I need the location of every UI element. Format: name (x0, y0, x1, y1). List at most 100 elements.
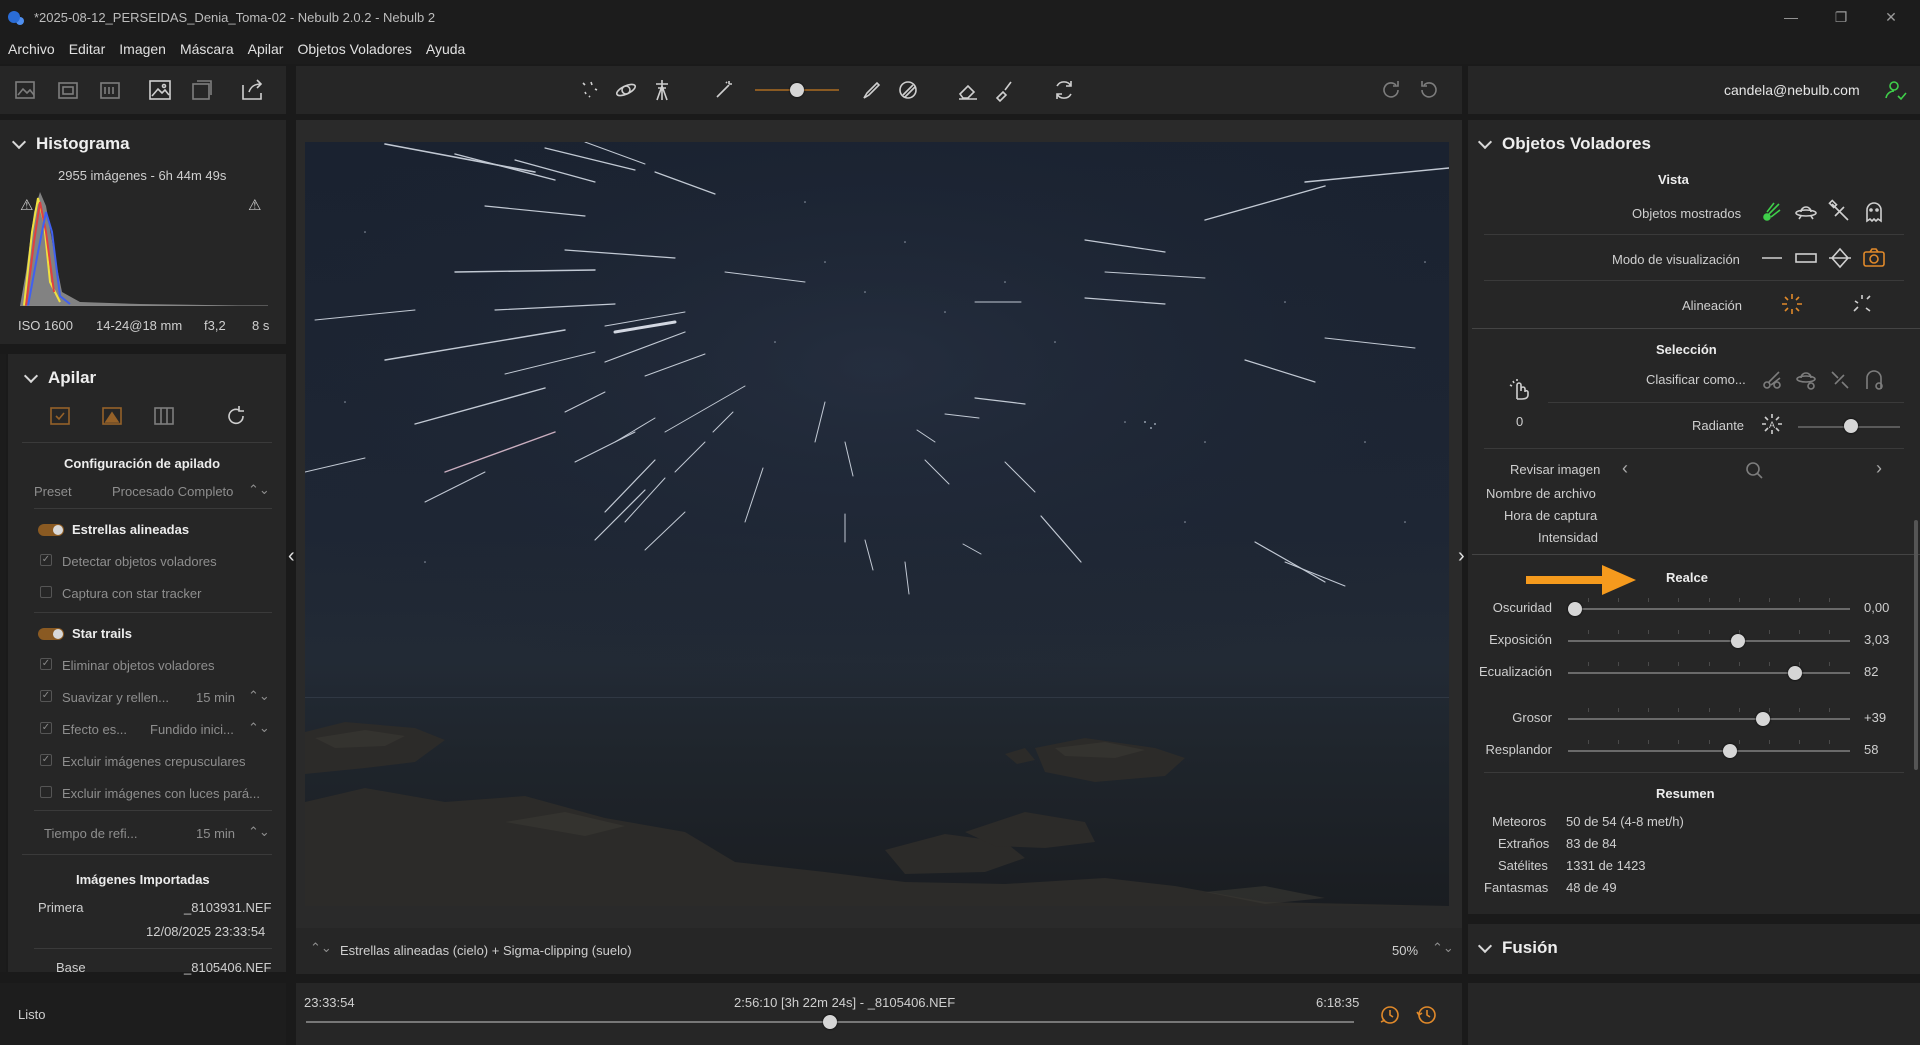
menu-ayuda[interactable]: Ayuda (426, 41, 465, 57)
user-icon[interactable] (1882, 76, 1910, 104)
refresh-value[interactable]: 15 min (196, 826, 235, 841)
smooth-updown-icon[interactable]: ⌃⌄ (248, 688, 270, 704)
classify-meteor-icon[interactable] (1758, 366, 1786, 394)
redo-icon[interactable] (1378, 76, 1406, 104)
mode-updown-icon[interactable]: ⌃⌄ (310, 940, 332, 956)
classify-ufo-icon[interactable] (1792, 366, 1820, 394)
tower-icon[interactable] (648, 76, 676, 104)
effect-updown-icon[interactable]: ⌃⌄ (248, 720, 270, 736)
aligned-stars-toggle[interactable] (38, 524, 64, 536)
clear-brush-icon[interactable] (990, 76, 1018, 104)
classify-ghost-icon[interactable] (1860, 366, 1888, 394)
menu-imagen[interactable]: Imagen (119, 41, 166, 57)
collapse-left-icon[interactable]: ‹ (288, 545, 295, 568)
close-button[interactable]: ✕ (1868, 0, 1914, 34)
next-image-icon[interactable]: › (1876, 458, 1882, 479)
ecualizacion-slider-track[interactable] (1568, 672, 1850, 674)
zoom-image-icon[interactable] (1740, 456, 1768, 484)
flying-header[interactable]: Objetos Voladores (1477, 134, 1651, 154)
effect-value[interactable]: Fundido inici... (150, 722, 234, 737)
menu-editar[interactable]: Editar (69, 41, 106, 57)
star-trails-toggle[interactable] (38, 628, 64, 640)
smooth-value[interactable]: 15 min (196, 690, 235, 705)
menu-archivo[interactable]: Archivo (8, 41, 55, 57)
resplandor-slider-track[interactable] (1568, 750, 1850, 752)
import-flats-icon[interactable] (96, 76, 124, 104)
align-radiant-icon[interactable] (1778, 290, 1806, 318)
open-image-icon[interactable] (146, 76, 174, 104)
meteor-icon[interactable] (1758, 198, 1786, 226)
planet-icon[interactable] (612, 76, 640, 104)
line-mode-icon[interactable] (1758, 244, 1786, 272)
eraser-icon[interactable] (954, 76, 982, 104)
zoom-level[interactable]: 50% (1392, 943, 1418, 958)
radiant-knob[interactable] (1844, 419, 1858, 433)
fusion-header[interactable]: Fusión (1477, 938, 1558, 958)
export-icon[interactable] (238, 76, 266, 104)
diamond-mode-icon[interactable] (1826, 244, 1854, 272)
import-darks-icon[interactable] (54, 76, 82, 104)
photo-mode-icon[interactable] (1860, 244, 1888, 272)
exclude-lights-checkbox[interactable] (40, 786, 52, 798)
satellite-icon[interactable] (1826, 198, 1854, 226)
preset-updown-icon[interactable]: ⌃⌄ (248, 482, 270, 498)
smooth-checkbox[interactable]: ✓ (40, 690, 52, 702)
stack-header[interactable]: Apilar (23, 368, 96, 388)
prev-image-icon[interactable]: ‹ (1622, 458, 1628, 479)
grosor-slider-track[interactable] (1568, 718, 1850, 720)
clock-history-icon[interactable] (1412, 1001, 1440, 1029)
effect-checkbox[interactable]: ✓ (40, 722, 52, 734)
ghost-icon[interactable] (1860, 198, 1888, 226)
ufo-icon[interactable] (1792, 198, 1820, 226)
stars-icon[interactable] (576, 76, 604, 104)
account-bar: candela@nebulb.com (1468, 66, 1920, 114)
menu-objetos-voladores[interactable]: Objetos Voladores (297, 41, 411, 57)
undo-icon[interactable] (1414, 76, 1442, 104)
restore-button[interactable]: ❐ (1818, 0, 1864, 34)
resplandor-slider-ticks (1588, 740, 1830, 744)
fusion-panel: Fusión (1468, 924, 1920, 974)
menu-mascara[interactable]: Máscara (180, 41, 234, 57)
stack-columns-icon[interactable] (150, 402, 178, 430)
minimize-button[interactable]: — (1768, 0, 1814, 34)
summary-meteors-value: 50 de 54 (4-8 met/h) (1566, 814, 1684, 829)
oscuridad-slider-knob[interactable] (1568, 602, 1582, 616)
classify-satellite-icon[interactable] (1826, 366, 1854, 394)
stack-mode[interactable]: Estrellas alineadas (cielo) + Sigma-clip… (340, 943, 632, 958)
exposicion-slider-track[interactable] (1568, 640, 1850, 642)
brush-icon[interactable] (858, 76, 886, 104)
grosor-slider-knob[interactable] (1755, 712, 1770, 726)
stack-ground-icon[interactable] (98, 402, 126, 430)
box-mode-icon[interactable] (1792, 244, 1820, 272)
menu-apilar[interactable]: Apilar (248, 41, 284, 57)
timeline-knob[interactable] (823, 1015, 837, 1029)
ecualizacion-slider-knob[interactable] (1787, 666, 1802, 680)
exclude-twilight-checkbox[interactable]: ✓ (40, 754, 52, 766)
collapse-right-icon[interactable]: › (1458, 545, 1465, 568)
left-scrollbar[interactable] (0, 354, 6, 972)
brush-size-knob[interactable] (790, 83, 804, 97)
star-tracker-checkbox[interactable] (40, 586, 52, 598)
hand-select-icon[interactable] (1506, 376, 1534, 404)
stack-lights-icon[interactable] (46, 402, 74, 430)
preset-select[interactable]: Procesado Completo (112, 484, 233, 499)
magic-wand-icon[interactable] (710, 76, 738, 104)
radiant-icon[interactable]: A (1758, 410, 1786, 438)
align-scatter-icon[interactable] (1848, 290, 1876, 318)
preview-image[interactable] (305, 142, 1449, 906)
reset-stack-icon[interactable] (222, 402, 250, 430)
refresh-updown-icon[interactable]: ⌃⌄ (248, 824, 270, 840)
soft-brush-icon[interactable] (894, 76, 922, 104)
exposicion-slider-knob[interactable] (1731, 634, 1746, 648)
detect-flying-checkbox[interactable]: ✓ (40, 554, 52, 566)
right-scrollbar[interactable] (1914, 520, 1918, 770)
zoom-updown-icon[interactable]: ⌃⌄ (1432, 940, 1454, 956)
clock-icon[interactable] (1376, 1001, 1404, 1029)
batch-icon[interactable] (188, 76, 216, 104)
import-images-icon[interactable] (12, 76, 40, 104)
resplandor-slider-knob[interactable] (1723, 744, 1738, 758)
remove-flying-checkbox[interactable]: ✓ (40, 658, 52, 670)
histogram-header[interactable]: Histograma (11, 134, 130, 154)
oscuridad-slider-track[interactable] (1568, 608, 1850, 610)
refresh-icon[interactable] (1050, 76, 1078, 104)
